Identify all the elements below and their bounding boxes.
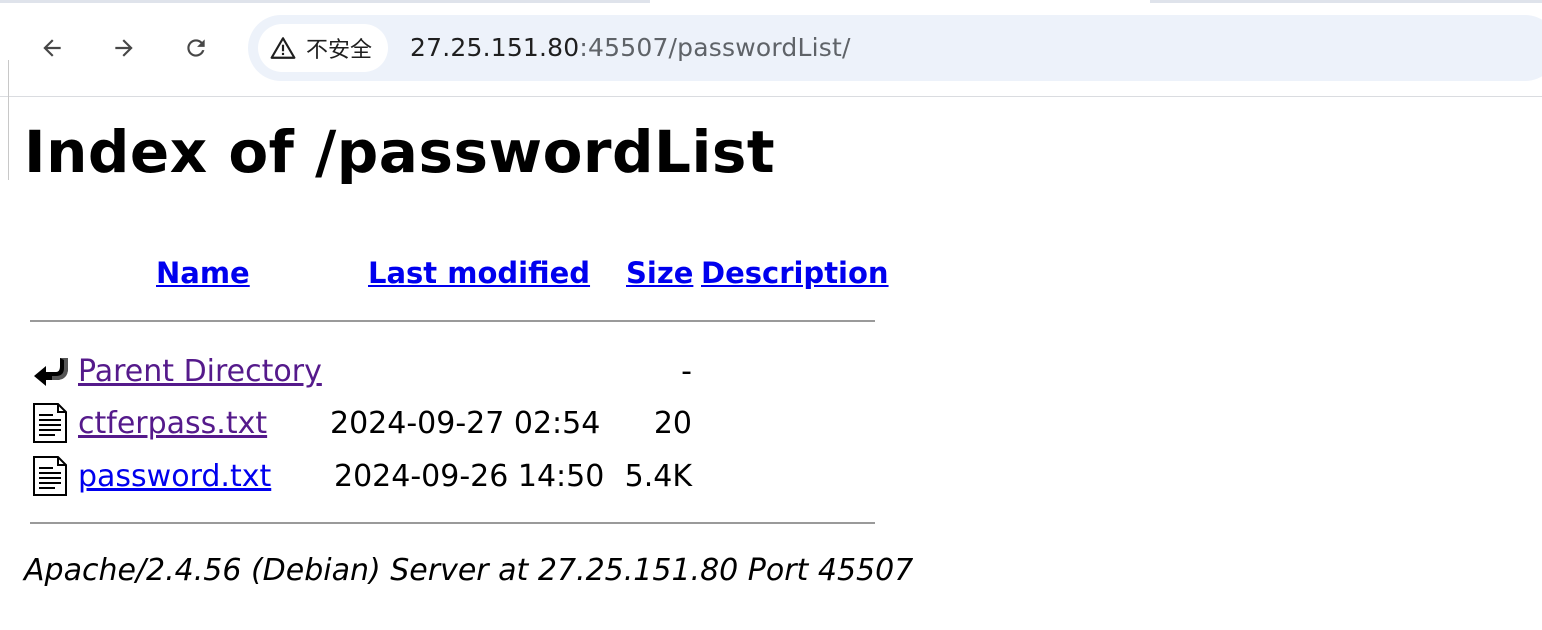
table-row: ctferpass.txt 2024-09-27 02:54 20	[0, 400, 900, 448]
arrow-right-icon	[115, 39, 133, 57]
reload-icon	[187, 39, 205, 57]
back-button[interactable]	[32, 28, 72, 68]
divider	[30, 320, 875, 322]
reload-button[interactable]	[176, 28, 216, 68]
sort-by-name-link[interactable]: Name	[156, 256, 250, 290]
server-signature: Apache/2.4.56 (Debian) Server at 27.25.1…	[24, 553, 914, 588]
sort-by-size-link[interactable]: Size	[626, 256, 693, 290]
table-row: Parent Directory -	[0, 348, 900, 396]
sort-by-description-link[interactable]: Description	[701, 256, 889, 290]
file-link-password[interactable]: password.txt	[78, 459, 271, 494]
last-modified: 2024-09-27 02:54	[330, 406, 601, 441]
address-bar[interactable]: 不安全 27.25.151.80:45507/passwordList/	[248, 15, 1542, 81]
url-path: :45507/passwordList/	[579, 33, 851, 62]
browser-toolbar: 不安全 27.25.151.80:45507/passwordList/	[0, 0, 1542, 97]
window-edge	[0, 60, 9, 180]
table-row: password.txt 2024-09-26 14:50 5.4K	[0, 453, 900, 501]
back-arrow-icon	[34, 358, 68, 386]
file-size: 5.4K	[624, 459, 692, 494]
parent-directory-link[interactable]: Parent Directory	[78, 354, 322, 389]
text-file-icon	[33, 456, 67, 496]
file-size: -	[681, 354, 692, 389]
security-label: 不安全	[306, 38, 373, 63]
warning-icon	[270, 37, 296, 59]
tab-strip	[1150, 0, 1542, 3]
forward-button[interactable]	[104, 28, 144, 68]
file-size: 20	[653, 406, 692, 441]
url-text[interactable]: 27.25.151.80:45507/passwordList/	[410, 33, 851, 62]
url-host: 27.25.151.80	[410, 33, 580, 62]
arrow-left-icon	[43, 39, 61, 57]
page-title: Index of /passwordList	[24, 118, 776, 186]
last-modified: 2024-09-26 14:50	[334, 459, 605, 494]
text-file-icon	[33, 403, 67, 443]
sort-by-modified-link[interactable]: Last modified	[368, 256, 590, 290]
divider	[30, 522, 875, 524]
tab-strip	[0, 0, 650, 3]
file-link-ctferpass[interactable]: ctferpass.txt	[78, 406, 267, 441]
security-indicator[interactable]: 不安全	[258, 24, 388, 72]
